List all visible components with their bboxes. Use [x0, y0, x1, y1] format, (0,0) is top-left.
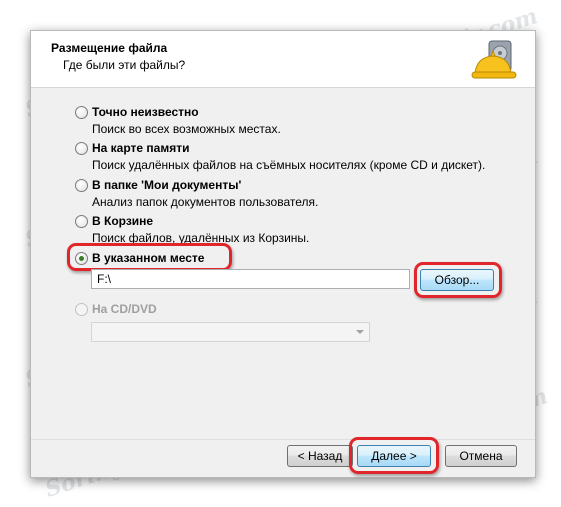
- page-subtitle: Где были эти файлы?: [63, 58, 186, 72]
- radio-unknown[interactable]: [75, 106, 88, 119]
- cancel-button[interactable]: Отмена: [445, 445, 517, 467]
- option-label: На карте памяти: [92, 141, 190, 155]
- option-description: Поиск удалённых файлов на съёмных носите…: [92, 158, 486, 172]
- option-description: Поиск во всех возможных местах.: [92, 122, 281, 136]
- next-button[interactable]: Далее >: [357, 445, 431, 467]
- path-input[interactable]: [91, 269, 410, 289]
- back-button[interactable]: < Назад: [287, 445, 353, 467]
- radio-cd-dvd[interactable]: [75, 303, 88, 316]
- option-label: Точно неизвестно: [92, 105, 199, 119]
- browse-button[interactable]: Обзор...: [420, 269, 494, 291]
- chevron-down-icon: [356, 330, 364, 334]
- radio-specified-location[interactable]: [75, 252, 88, 265]
- hard-hat-disk-icon: [471, 39, 521, 85]
- dialog-header: Размещение файла Где были эти файлы?: [31, 31, 535, 88]
- option-label: В Корзине: [92, 214, 154, 228]
- radio-memory-card[interactable]: [75, 142, 88, 155]
- radio-my-documents[interactable]: [75, 179, 88, 192]
- footer-divider: [31, 439, 535, 440]
- option-description: Поиск файлов, удалённых из Корзины.: [92, 231, 310, 245]
- option-label: В папке 'Мои документы': [92, 178, 242, 192]
- file-location-dialog: Размещение файла Где были эти файлы? Точ…: [30, 30, 536, 478]
- option-label: В указанном месте: [92, 251, 205, 265]
- radio-recycle-bin[interactable]: [75, 215, 88, 228]
- cd-drive-select[interactable]: [91, 322, 370, 342]
- option-label: На CD/DVD: [92, 302, 157, 316]
- option-description: Анализ папок документов пользователя.: [92, 195, 319, 209]
- page-title: Размещение файла: [51, 41, 168, 55]
